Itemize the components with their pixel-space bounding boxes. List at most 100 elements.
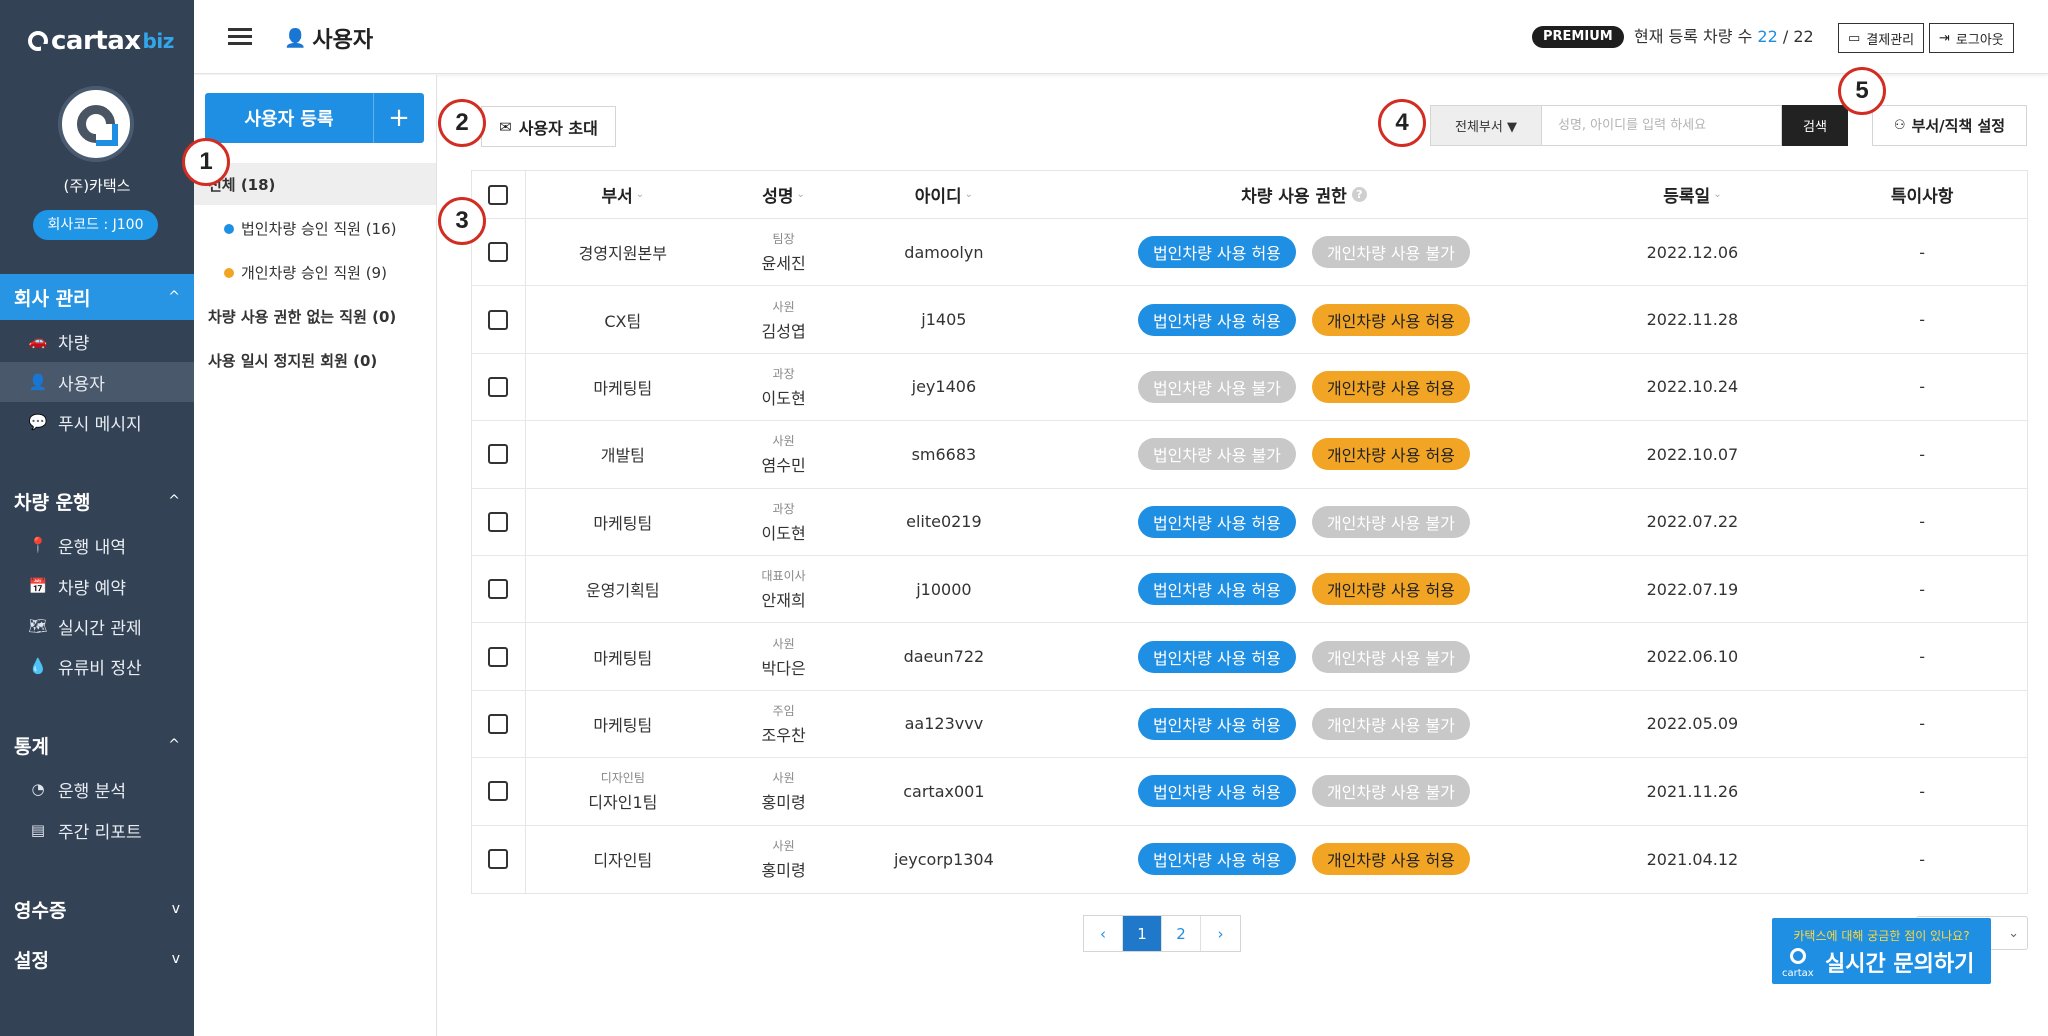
department-select[interactable]: 전체부서 ▼ xyxy=(1430,105,1542,146)
chevron-down-icon: ⌄ xyxy=(2008,925,2019,941)
corporate-permission-badge[interactable]: 법인차량 사용 허용 xyxy=(1137,236,1296,269)
menu-toggle-icon[interactable] xyxy=(228,28,252,48)
nav-section-stats[interactable]: 통계 ^ xyxy=(0,722,194,768)
sidebar: cartax biz (주)카택스 회사코드 : J100 회사 관리 ^ 🚗 … xyxy=(0,0,194,1036)
billing-button[interactable]: ▭ 결제관리 xyxy=(1838,23,1925,53)
personal-permission-badge[interactable]: 개인차량 사용 허용 xyxy=(1311,303,1470,336)
page-button-2[interactable]: 2 xyxy=(1162,916,1201,951)
page-button-1[interactable]: 1 xyxy=(1123,916,1162,951)
table-row[interactable]: CX팀 사원 김성엽 j1405 법인차량 사용 허용 개인차량 사용 허용 2022.11… xyxy=(472,286,2027,354)
personal-permission-badge[interactable]: 개인차량 사용 허용 xyxy=(1311,843,1470,876)
register-user-button[interactable]: 사용자 등록 + xyxy=(205,93,424,143)
table-row[interactable]: 개발팀 사원 염수민 sm6683 법인차량 사용 불가 개인차량 사용 허용 2022.1… xyxy=(472,421,2027,489)
org-settings-button[interactable]: ⚇ 부서/직책 설정 xyxy=(1872,105,2027,146)
name-cell: 대표이사 안재희 xyxy=(720,556,848,622)
personal-permission-badge[interactable]: 개인차량 사용 불가 xyxy=(1311,505,1470,538)
nav-section-receipts[interactable]: 영수증 v xyxy=(0,886,194,932)
vehicle-count-total: / 22 xyxy=(1782,27,1814,46)
user-id: daeun722 xyxy=(903,647,985,667)
sidebar-item-label: 차량 xyxy=(58,333,90,354)
dept-name: 마케팅팀 xyxy=(593,513,653,533)
select-all-checkbox[interactable] xyxy=(488,184,509,205)
table-row[interactable]: 마케팅팀 사원 박다은 daeun722 법인차량 사용 허용 개인차량 사용 불가 202… xyxy=(472,623,2027,691)
filter-no-permission[interactable]: 차량 사용 권한 없는 직원 (0) xyxy=(208,306,396,327)
filter-personal-approved[interactable]: 개인차량 승인 직원 (9) xyxy=(224,262,387,283)
corporate-permission-badge[interactable]: 법인차량 사용 허용 xyxy=(1137,707,1296,740)
sidebar-item-analysis[interactable]: ◔ 운행 분석 xyxy=(0,769,194,809)
sidebar-item-realtime[interactable]: 🗺 실시간 관제 xyxy=(0,606,194,646)
table-row[interactable]: 마케팅팀 주임 조우찬 aa123vvv 법인차량 사용 허용 개인차량 사용 불가 202… xyxy=(472,690,2027,759)
column-header-name[interactable]: 성명 ⌄ xyxy=(720,171,848,218)
personal-permission-badge[interactable]: 개인차량 사용 불가 xyxy=(1311,707,1470,740)
help-icon[interactable]: ? xyxy=(1351,187,1367,202)
personal-permission-badge[interactable]: 개인차량 사용 허용 xyxy=(1311,573,1470,606)
table-row[interactable]: 경영지원본부 팀장 윤세진 damoolyn 법인차량 사용 허용 개인차량 사용 불가 2… xyxy=(472,219,2027,287)
row-checkbox[interactable] xyxy=(488,579,509,600)
vehicle-count-current: 22 xyxy=(1757,27,1778,46)
column-header-label: 등록일 xyxy=(1663,187,1711,207)
dept-name: 개발팀 xyxy=(600,446,645,466)
personal-permission-badge[interactable]: 개인차량 사용 허용 xyxy=(1311,438,1470,471)
logo-suffix: biz xyxy=(142,29,175,53)
table-row[interactable]: 디자인팀 사원 홍미령 jeycorp1304 법인차량 사용 허용 개인차량 사용 허용… xyxy=(472,825,2027,893)
row-checkbox[interactable] xyxy=(488,781,509,802)
sidebar-item-vehicles[interactable]: 🚗 차량 xyxy=(0,321,194,361)
row-checkbox[interactable] xyxy=(488,511,509,532)
sidebar-item-users[interactable]: 👤 사용자 xyxy=(0,362,194,402)
row-checkbox[interactable] xyxy=(488,242,509,263)
row-checkbox[interactable] xyxy=(488,849,509,870)
sidebar-item-weekly-report[interactable]: ▤ 주간 리포트 xyxy=(0,810,194,850)
row-checkbox-cell xyxy=(472,623,526,690)
filter-all-users[interactable]: 전체 (18) xyxy=(194,163,436,205)
filter-suspended[interactable]: 사용 일시 정지된 회원 (0) xyxy=(208,350,377,371)
invite-user-button[interactable]: ✉ 사용자 초대 xyxy=(481,106,616,147)
sidebar-item-label: 실시간 관제 xyxy=(58,618,142,639)
corporate-permission-badge[interactable]: 법인차량 사용 불가 xyxy=(1137,438,1296,471)
corporate-permission-badge[interactable]: 법인차량 사용 허용 xyxy=(1137,843,1296,876)
next-page-button[interactable]: › xyxy=(1201,916,1240,951)
column-header-dept[interactable]: 부서 ⌄ xyxy=(526,171,720,218)
row-checkbox[interactable] xyxy=(488,713,509,734)
logout-button[interactable]: ⇥ 로그아웃 xyxy=(1929,23,2014,53)
personal-permission-badge[interactable]: 개인차량 사용 불가 xyxy=(1311,640,1470,673)
table-row[interactable]: 마케팅팀 과장 이도현 jey1406 법인차량 사용 불가 개인차량 사용 허용 2022… xyxy=(472,353,2027,422)
corporate-permission-badge[interactable]: 법인차량 사용 허용 xyxy=(1137,505,1296,538)
parent-dept: 디자인팀 xyxy=(600,771,645,786)
table-row[interactable]: 디자인팀 디자인1팀 사원 홍미령 cartax001 법인차량 사용 허용 개인차량 사용… xyxy=(472,758,2027,826)
corporate-permission-badge[interactable]: 법인차량 사용 불가 xyxy=(1137,370,1296,403)
sidebar-item-trip-history[interactable]: 📍 운행 내역 xyxy=(0,525,194,565)
column-header-id[interactable]: 아이디 ⌄ xyxy=(848,171,1041,218)
prev-page-button[interactable]: ‹ xyxy=(1084,916,1123,951)
nav-section-operation[interactable]: 차량 운행 ^ xyxy=(0,478,194,524)
plus-icon[interactable]: + xyxy=(374,93,424,143)
live-chat-widget[interactable]: 카택스에 대해 궁금한 점이 있나요? cartax 실시간 문의하기 xyxy=(1772,918,1991,984)
sidebar-item-fuel[interactable]: 💧 유류비 정산 xyxy=(0,646,194,686)
nav-section-settings[interactable]: 설정 v xyxy=(0,936,194,982)
column-header-date[interactable]: 등록일 ⌄ xyxy=(1568,171,1818,218)
sidebar-item-reservation[interactable]: 📅 차량 예약 xyxy=(0,566,194,606)
sidebar-item-push[interactable]: 💬 푸시 메시지 xyxy=(0,402,194,442)
table-row[interactable]: 마케팅팀 과장 이도현 elite0219 법인차량 사용 허용 개인차량 사용 불가 20… xyxy=(472,488,2027,556)
note: - xyxy=(1919,444,1926,464)
sidebar-item-label: 차량 예약 xyxy=(58,578,126,599)
row-checkbox[interactable] xyxy=(488,309,509,330)
row-checkbox[interactable] xyxy=(488,646,509,667)
personal-permission-badge[interactable]: 개인차량 사용 허용 xyxy=(1311,370,1470,403)
personal-permission-badge[interactable]: 개인차량 사용 불가 xyxy=(1311,236,1470,269)
corporate-permission-badge[interactable]: 법인차량 사용 허용 xyxy=(1137,640,1296,673)
corporate-permission-badge[interactable]: 법인차량 사용 허용 xyxy=(1137,303,1296,336)
search-input[interactable] xyxy=(1542,105,1782,146)
search-button[interactable]: 검색 xyxy=(1782,105,1848,146)
filter-corporate-approved[interactable]: 법인차량 승인 직원 (16) xyxy=(224,218,397,239)
table-row[interactable]: 운영기획팀 대표이사 안재희 j10000 법인차량 사용 허용 개인차량 사용 허용 20… xyxy=(472,555,2027,624)
corporate-permission-badge[interactable]: 법인차량 사용 허용 xyxy=(1137,573,1296,606)
nav-section-company[interactable]: 회사 관리 ^ xyxy=(0,274,194,320)
column-header-label: 부서 xyxy=(601,187,633,207)
row-checkbox[interactable] xyxy=(488,376,509,397)
corporate-permission-badge[interactable]: 법인차량 사용 허용 xyxy=(1137,775,1296,808)
personal-permission-badge[interactable]: 개인차량 사용 불가 xyxy=(1311,775,1470,808)
row-checkbox[interactable] xyxy=(488,444,509,465)
cartax-logo[interactable]: cartax biz xyxy=(28,26,174,56)
annotation-marker-5: 5 xyxy=(1838,67,1886,115)
job-title: 사원 xyxy=(772,434,795,449)
